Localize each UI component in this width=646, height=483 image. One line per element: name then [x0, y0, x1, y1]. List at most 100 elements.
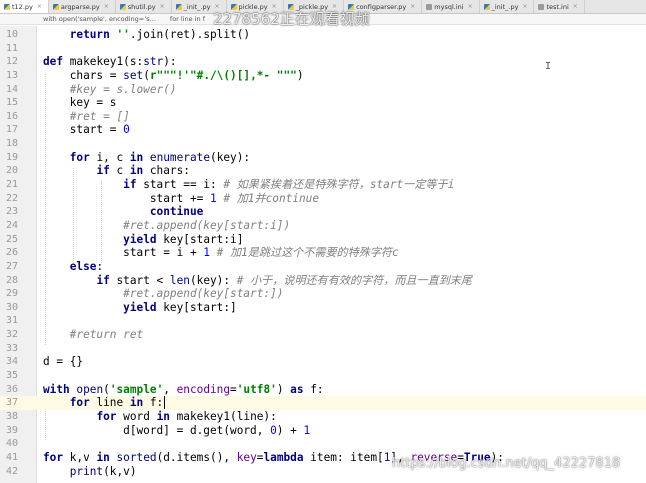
code-line[interactable]: 19 for i, c in enumerate(key): [0, 151, 646, 165]
code-line[interactable]: 28 if start < len(key): # 小于，说明还有有效的字符，而… [0, 274, 646, 288]
code-line[interactable]: 17 start = 0 [0, 123, 646, 137]
breadcrumb-item-with-open[interactable]: with open('sample', encoding=’s... [43, 15, 156, 23]
code-token: (key): [210, 150, 251, 164]
code-token: ) [296, 68, 304, 82]
code-text: #ret.append(key[start:]) [43, 287, 283, 301]
code-text: start = i + 1 # 加1是跳过这个不需要的特殊字符c [43, 246, 399, 260]
code-line[interactable]: 36 with open('sample', encoding='utf8') a… [0, 383, 646, 397]
code-token: str [143, 55, 164, 69]
line-number: 28 [5, 274, 18, 286]
breadcrumb-item-for-line[interactable]: for line in f [170, 15, 205, 23]
code-token: makekey1(line): [169, 409, 277, 423]
code-token: 1 [203, 246, 210, 260]
code-token: ): [163, 55, 177, 69]
code-token: chars = [43, 68, 124, 82]
code-token: for [96, 409, 117, 423]
code-line[interactable]: 31 [0, 314, 646, 328]
line-number: 14 [5, 83, 18, 95]
code-token: r"""!'"#./\()[],*- """ [149, 68, 297, 82]
code-line[interactable]: 25 yield key[start:i] [0, 233, 646, 247]
code-line[interactable]: 16 #ret = [] [0, 110, 646, 124]
editor-tab[interactable]: t12.py × [0, 0, 49, 13]
close-tab-icon[interactable]: × [573, 3, 578, 10]
close-tab-icon[interactable]: × [410, 3, 415, 10]
code-line[interactable]: 38 for word in makekey1(line): [0, 410, 646, 424]
line-number: 15 [5, 97, 18, 109]
code-line[interactable]: 20 if c in chars: [0, 164, 646, 178]
code-token: 0 [123, 123, 130, 137]
close-tab-icon[interactable]: × [522, 3, 527, 10]
code-token: else [69, 259, 97, 273]
code-token: #ret = [] [43, 109, 130, 123]
code-line[interactable]: 14 #key = s.lower() [0, 83, 646, 97]
line-number: 37 [5, 397, 18, 409]
code-line[interactable]: 34 d = {} [0, 355, 646, 369]
code-token: for [69, 396, 90, 410]
code-line[interactable]: 32 #return ret [0, 328, 646, 342]
close-tab-icon[interactable]: × [37, 3, 42, 10]
code-line[interactable]: 24 #ret.append(key[start:i]) [0, 219, 646, 233]
editor-tab[interactable]: _init_.py × [480, 0, 535, 13]
code-token: : [96, 259, 104, 273]
code-line[interactable]: 21 if start == i: # 如果紧挨着还是特殊字符，start一定等… [0, 178, 646, 192]
code-text: if start < len(key): # 小于，说明还有有效的字符，而且一直… [43, 274, 472, 288]
code-line[interactable]: 33 [0, 342, 646, 356]
code-token: as [290, 382, 304, 396]
code-token: i, c [89, 150, 130, 164]
code-line[interactable]: 22 start += 1 # 加1并continue [0, 192, 646, 206]
code-token: set [123, 68, 144, 82]
code-line[interactable]: 27 else: [0, 260, 646, 274]
close-tab-icon[interactable]: × [468, 3, 473, 10]
code-token: if [96, 164, 110, 178]
line-number: 16 [5, 110, 18, 122]
code-token: encoding [176, 382, 231, 396]
code-line[interactable]: 10 return ''.join(ret).split() [0, 28, 646, 42]
code-editor[interactable]: 10 return ''.join(ret).split() 11 12 def ma… [0, 28, 646, 478]
code-line[interactable]: 39 d[word] = d.get(word, 0) + 1 [0, 424, 646, 438]
code-token: 0 [270, 423, 277, 437]
line-number: 21 [5, 179, 18, 191]
code-token: in [96, 450, 110, 464]
python-file-icon [483, 3, 490, 10]
editor-tab[interactable]: mysql.ini × [422, 0, 480, 13]
code-line[interactable]: 30 yield key[start:] [0, 301, 646, 315]
editor-tab[interactable]: test.ini × [534, 0, 585, 13]
line-number: 20 [5, 165, 18, 177]
code-token: start = [43, 123, 124, 137]
editor-tab[interactable]: shutil.py × [116, 0, 172, 13]
ini-file-icon [538, 3, 545, 10]
code-text: key = s [43, 96, 117, 110]
line-number: 23 [5, 206, 18, 218]
code-text: for line in f: [43, 396, 166, 410]
code-token: start == i: [136, 178, 224, 192]
code-token: line [89, 396, 130, 410]
code-token: lambda [263, 450, 304, 464]
editor-tab[interactable]: argparse.py × [49, 0, 116, 13]
code-token: in [156, 409, 170, 423]
code-line[interactable]: 26 start = i + 1 # 加1是跳过这个不需要的特殊字符c [0, 246, 646, 260]
code-text: def makekey1(s:str): [43, 55, 177, 69]
code-token: open [76, 382, 104, 396]
code-token: for [69, 150, 90, 164]
current-code-line[interactable]: 37 for line in f: [0, 396, 646, 410]
text-cursor-icon: I [545, 61, 552, 72]
code-line[interactable]: 35 [0, 369, 646, 383]
line-number: 32 [5, 329, 18, 341]
code-line[interactable]: 23 continue [0, 205, 646, 219]
code-line[interactable]: 29 #ret.append(key[start:]) [0, 287, 646, 301]
close-tab-icon[interactable]: × [160, 3, 165, 10]
close-tab-icon[interactable]: × [104, 3, 109, 10]
line-number: 17 [5, 124, 18, 136]
code-token: # 小于，说明还有有效的字符，而且一直到末尾 [236, 273, 472, 287]
line-number: 10 [5, 29, 18, 40]
code-line[interactable]: 11 [0, 42, 646, 56]
code-line[interactable]: 40 [0, 437, 646, 451]
code-token: in [129, 396, 144, 410]
code-line[interactable]: 18 [0, 137, 646, 151]
line-number: 19 [5, 151, 18, 163]
code-line[interactable]: 15 key = s [0, 96, 646, 110]
